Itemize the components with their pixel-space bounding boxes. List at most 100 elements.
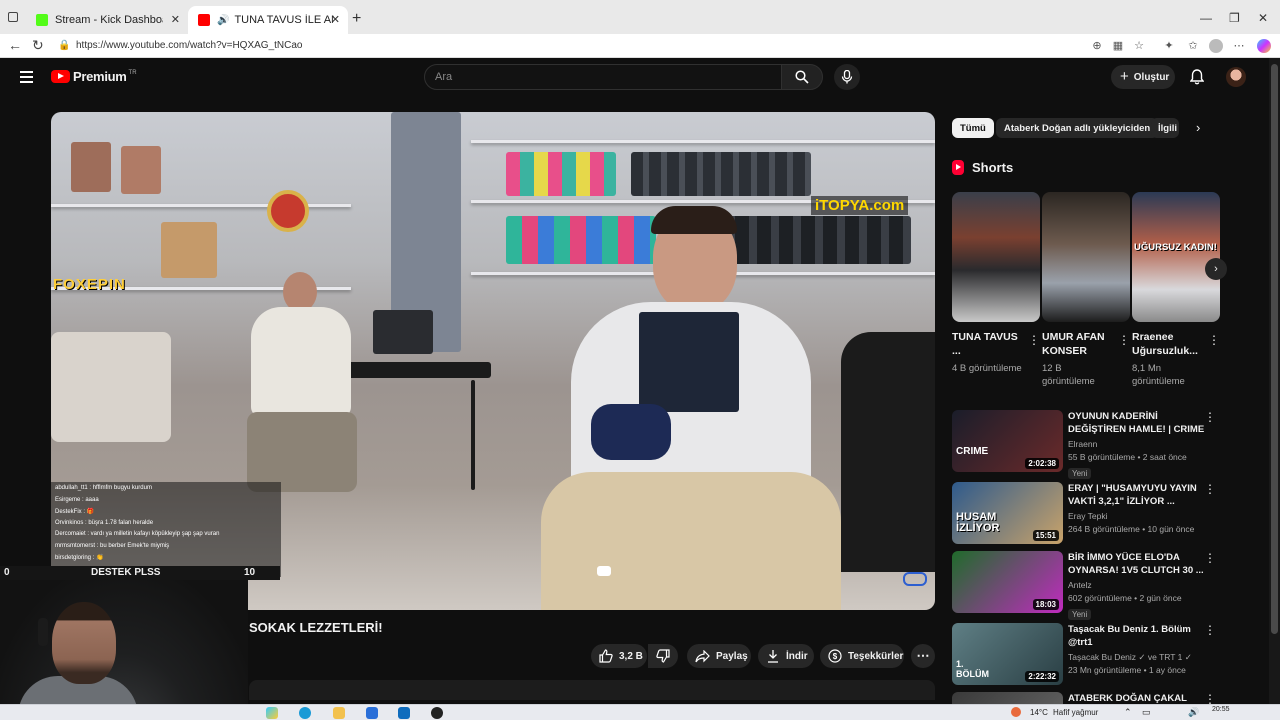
- tab-title: Stream - Kick Dashboard: [55, 14, 163, 26]
- avatar[interactable]: [1226, 67, 1246, 87]
- short-thumbnail[interactable]: [1042, 192, 1130, 322]
- apps-icon[interactable]: ▦: [1111, 39, 1125, 53]
- short-title[interactable]: UMUR AFAN KONSER: [1042, 330, 1116, 358]
- browser-menu-icon[interactable]: ⋯: [1232, 39, 1246, 53]
- channel-name[interactable]: Elraenn: [1068, 439, 1208, 450]
- video-thumbnail[interactable]: 18:03: [952, 551, 1063, 613]
- minimize-icon[interactable]: —: [1200, 11, 1212, 25]
- related-video[interactable]: ATABERK DOĞAN ÇAKAL ⋮: [952, 692, 1222, 704]
- chip-all[interactable]: Tümü: [952, 118, 994, 138]
- video-thumbnail[interactable]: [952, 692, 1063, 704]
- shorts-next-icon[interactable]: ›: [1205, 258, 1227, 280]
- video-title[interactable]: ERAY | "HUSAMYUYU YAYIN VAKTİ 3,2,1" İZL…: [1068, 482, 1208, 508]
- short-item[interactable]: UĞURSUZ KADIN! Rraenee Uğursuzluk... 8,1…: [1132, 192, 1220, 388]
- share-button[interactable]: Paylaş: [687, 644, 751, 668]
- edge-taskbar-icon[interactable]: [299, 707, 311, 719]
- store-taskbar-icon[interactable]: [366, 707, 378, 719]
- tab-youtube-video[interactable]: 🔊 TUNA TAVUS İLE ANKARA G ✕: [188, 6, 348, 34]
- video-title[interactable]: OYUNUN KADERİNİ DEĞİŞTİREN HAMLE! | CRIM…: [1068, 410, 1208, 436]
- obs-taskbar-icon[interactable]: [431, 707, 443, 719]
- outlook-taskbar-icon[interactable]: [398, 707, 410, 719]
- weather-desc[interactable]: Hafif yağmur: [1053, 708, 1098, 717]
- url-field[interactable]: https://www.youtube.com/watch?v=HQXAG_tN…: [76, 40, 303, 51]
- favorite-star-icon[interactable]: ☆: [1132, 39, 1146, 53]
- video-title[interactable]: BİR İMMO YÜCE ELO'DA OYNARSA! 1V5 CLUTCH…: [1068, 551, 1208, 577]
- related-video[interactable]: CRIME 2:02:38 OYUNUN KADERİNİ DEĞİŞTİREN…: [952, 410, 1222, 479]
- more-vertical-icon[interactable]: ⋮: [1204, 482, 1216, 496]
- chat-line: mrmsmtomerst : bu berber Emek'te miymiş: [55, 542, 170, 549]
- description-box[interactable]: [249, 680, 935, 700]
- short-item[interactable]: UMUR AFAN KONSER 12 B görüntüleme ⋮: [1042, 192, 1130, 388]
- close-tab-icon[interactable]: ✕: [171, 13, 180, 26]
- more-vertical-icon[interactable]: ⋮: [1204, 692, 1216, 704]
- back-icon[interactable]: ←: [8, 37, 22, 53]
- notifications-bell-icon[interactable]: [1190, 69, 1204, 85]
- voice-search-button[interactable]: [834, 64, 860, 90]
- tab-kick-dashboard[interactable]: Stream - Kick Dashboard ✕: [26, 6, 188, 34]
- translate-icon[interactable]: ⊕: [1090, 39, 1104, 53]
- like-button[interactable]: 3,2 B: [591, 644, 647, 668]
- file-explorer-taskbar-icon[interactable]: [333, 707, 345, 719]
- thanks-button[interactable]: $ Teşekkürler: [820, 644, 904, 668]
- short-thumbnail[interactable]: [952, 192, 1040, 322]
- youtube-premium-logo[interactable]: Premium TR: [51, 69, 137, 84]
- thumbnail-text: HUSAM İZLİYOR: [956, 511, 1000, 534]
- chip-from-uploader[interactable]: Ataberk Doğan adlı yükleyiciden: [996, 118, 1159, 138]
- channel-name[interactable]: Eray Tepki: [1068, 511, 1208, 522]
- audio-playing-icon[interactable]: 🔊: [217, 15, 229, 26]
- copilot-taskbar-icon[interactable]: [266, 707, 278, 719]
- profile-icon[interactable]: [1209, 39, 1223, 53]
- video-player[interactable]: FOXEPIN iTOPYA.com abdullah_tt1 : hfflmf…: [51, 112, 935, 610]
- more-vertical-icon[interactable]: ⋮: [1208, 333, 1220, 347]
- dislike-button[interactable]: [648, 644, 678, 668]
- video-thumbnail[interactable]: HUSAM İZLİYOR 15:51: [952, 482, 1063, 544]
- video-thumbnail[interactable]: 1. BÖLÜM 2:22:32: [952, 623, 1063, 685]
- video-title[interactable]: ATABERK DOĞAN ÇAKAL: [1068, 692, 1208, 704]
- more-vertical-icon[interactable]: ⋮: [1204, 623, 1216, 637]
- more-vertical-icon[interactable]: ⋮: [1028, 333, 1040, 347]
- close-tab-icon[interactable]: ✕: [331, 13, 340, 26]
- search-input[interactable]: [435, 71, 765, 83]
- video-title[interactable]: Taşacak Bu Deniz 1. Bölüm @trt1: [1068, 623, 1208, 649]
- extensions-icon[interactable]: ✦: [1162, 39, 1176, 53]
- goal-label: DESTEK PLSS: [91, 567, 161, 578]
- scrollbar-thumb[interactable]: [1271, 64, 1278, 634]
- related-video[interactable]: 18:03 BİR İMMO YÜCE ELO'DA OYNARSA! 1V5 …: [952, 551, 1222, 620]
- duration-badge: 2:02:38: [1025, 458, 1059, 469]
- maximize-icon[interactable]: ❐: [1229, 11, 1240, 25]
- channel-name[interactable]: Taşacak Bu Deniz ✓ ve TRT 1 ✓: [1068, 652, 1208, 663]
- new-tab-icon[interactable]: +: [352, 10, 361, 28]
- site-info-icon[interactable]: 🔒: [58, 40, 70, 51]
- short-item[interactable]: TUNA TAVUS ... 4 B görüntüleme ⋮: [952, 192, 1040, 375]
- close-window-icon[interactable]: ✕: [1258, 11, 1268, 25]
- more-vertical-icon[interactable]: ⋮: [1118, 333, 1130, 347]
- tray-chevron-icon[interactable]: ⌃: [1124, 707, 1132, 718]
- short-title[interactable]: Rraenee Uğursuzluk...: [1132, 330, 1206, 358]
- menu-icon[interactable]: [20, 71, 33, 83]
- weather-icon[interactable]: [1011, 707, 1021, 717]
- short-thumbnail[interactable]: UĞURSUZ KADIN!: [1132, 192, 1220, 322]
- more-actions-button[interactable]: ⋯: [911, 644, 935, 668]
- more-vertical-icon[interactable]: ⋮: [1204, 410, 1216, 424]
- collections-icon[interactable]: ✩: [1186, 39, 1200, 53]
- video-thumbnail[interactable]: CRIME 2:02:38: [952, 410, 1063, 472]
- thanks-label: Teşekkürler: [848, 650, 904, 662]
- refresh-icon[interactable]: ↻: [32, 37, 44, 54]
- volume-icon[interactable]: 🔊: [1188, 707, 1199, 718]
- network-icon[interactable]: ▭: [1142, 707, 1151, 718]
- related-video[interactable]: HUSAM İZLİYOR 15:51 ERAY | "HUSAMYUYU YA…: [952, 482, 1222, 544]
- more-vertical-icon[interactable]: ⋮: [1204, 551, 1216, 565]
- related-video[interactable]: 1. BÖLÜM 2:22:32 Taşacak Bu Deniz 1. Böl…: [952, 623, 1222, 685]
- channel-name[interactable]: Antelz: [1068, 580, 1208, 591]
- short-title[interactable]: TUNA TAVUS ...: [952, 330, 1026, 358]
- search-button[interactable]: [781, 64, 823, 90]
- create-button[interactable]: + Oluştur: [1111, 65, 1175, 89]
- weather-temp[interactable]: 14°C: [1030, 708, 1048, 717]
- page-scrollbar[interactable]: [1269, 58, 1280, 704]
- download-button[interactable]: İndir: [758, 644, 814, 668]
- chip-related[interactable]: İlgili: [1151, 118, 1179, 138]
- chevron-right-icon[interactable]: ›: [1196, 120, 1200, 135]
- copilot-icon[interactable]: [1257, 39, 1271, 53]
- clock[interactable]: 20:55: [1212, 706, 1230, 713]
- tab-actions-icon[interactable]: [8, 12, 18, 22]
